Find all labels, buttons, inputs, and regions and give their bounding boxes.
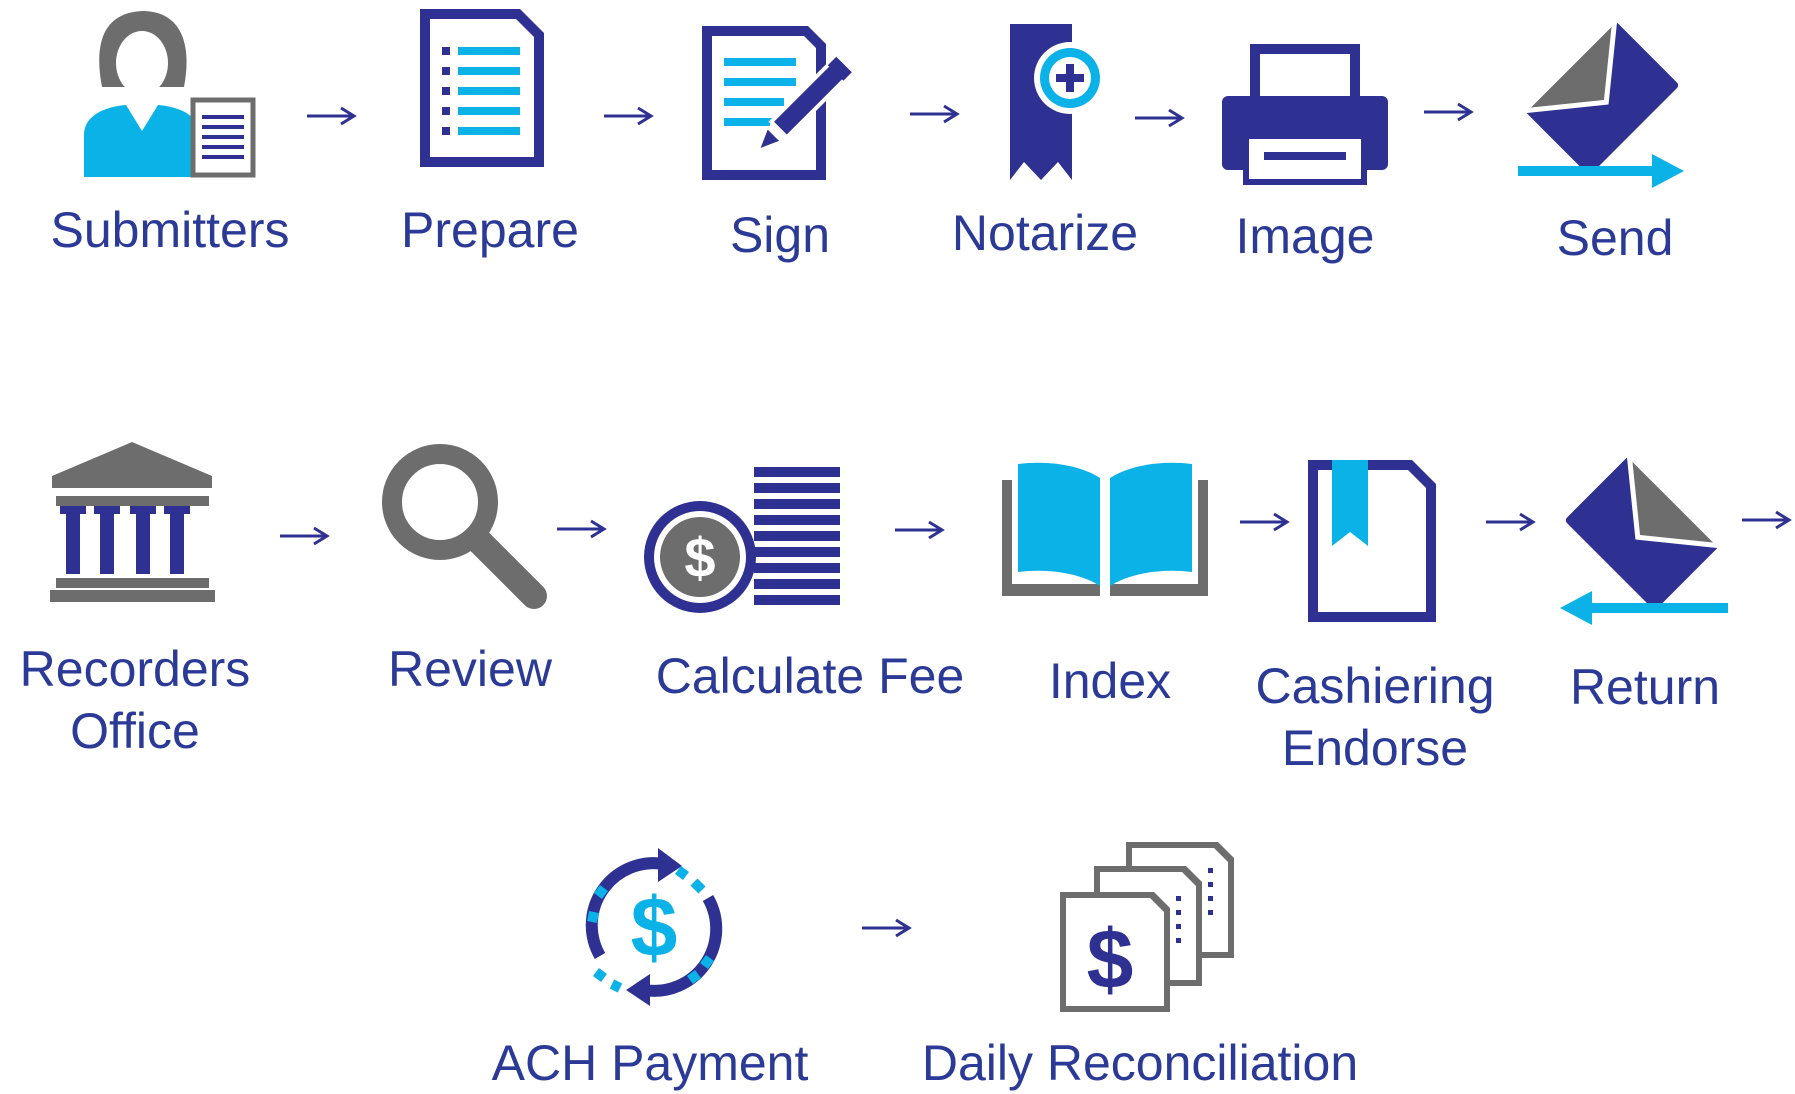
svg-text:$: $ xyxy=(684,526,715,589)
flow-arrow xyxy=(555,517,607,541)
flow-arrow xyxy=(278,524,330,548)
label-sign: Sign xyxy=(729,207,831,263)
envelope-send-icon xyxy=(1516,13,1688,190)
flow-arrow xyxy=(908,102,960,126)
flow-arrow xyxy=(305,104,357,128)
svg-text:$: $ xyxy=(631,880,678,974)
label-return: Return xyxy=(1569,659,1721,715)
printer-icon xyxy=(1220,40,1390,190)
payment-cycle-icon: $ xyxy=(574,846,734,1008)
label-calculate-fee: Calculate Fee xyxy=(655,648,965,704)
flow-arrow xyxy=(1422,100,1474,124)
label-daily-reconciliation: Daily Reconciliation xyxy=(921,1035,1359,1091)
envelope-return-icon xyxy=(1556,448,1728,627)
flow-arrow xyxy=(1238,510,1290,534)
label-image: Image xyxy=(1235,208,1375,264)
bookmark-document-icon xyxy=(1304,456,1440,626)
flow-arrow xyxy=(860,916,912,940)
coin-stack-icon: $ xyxy=(642,465,842,615)
label-review: Review xyxy=(388,641,552,697)
label-index: Index xyxy=(1048,653,1172,709)
magnifying-glass-icon xyxy=(378,440,547,609)
label-notarize: Notarize xyxy=(951,205,1139,261)
label-submitters: Submitters xyxy=(50,202,290,258)
flow-arrow xyxy=(1133,106,1185,130)
svg-text:$: $ xyxy=(1087,912,1134,1006)
flow-arrow xyxy=(893,518,945,542)
label-send: Send xyxy=(1556,210,1674,266)
government-building-icon xyxy=(50,440,215,602)
person-document-icon xyxy=(80,5,260,178)
pen-document-icon xyxy=(698,22,864,184)
label-cashiering-endorse: Cashiering Endorse xyxy=(1255,658,1495,776)
label-ach-payment: ACH Payment xyxy=(491,1035,809,1091)
label-recorders-office: Recorders Office xyxy=(19,641,251,759)
stacked-documents-icon: $ xyxy=(1058,838,1236,1014)
open-book-icon xyxy=(1000,460,1210,600)
flow-arrow xyxy=(1484,510,1536,534)
flow-arrow xyxy=(602,104,654,128)
label-prepare: Prepare xyxy=(401,202,579,258)
document-list-icon xyxy=(416,5,548,171)
notary-ribbon-icon xyxy=(1006,22,1106,184)
flow-arrow xyxy=(1740,508,1792,532)
